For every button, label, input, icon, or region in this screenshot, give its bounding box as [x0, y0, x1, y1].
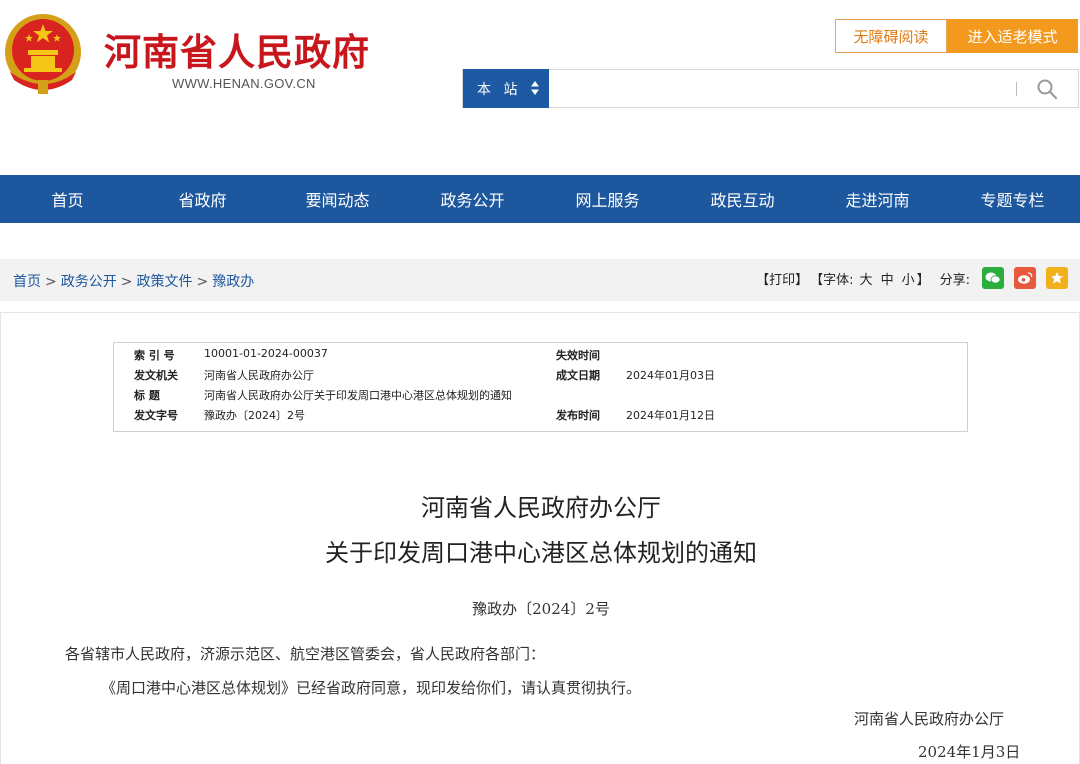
breadcrumb-separator: >: [120, 274, 133, 290]
title-label: 标 题: [134, 389, 160, 402]
print-button[interactable]: 【打印】: [756, 269, 808, 288]
sort-arrows-icon: [531, 81, 539, 95]
salutation: 各省辖市人民政府，济源示范区、航空港区管委会，省人民政府各部门：: [65, 645, 546, 663]
search-scope-label: 本 站: [477, 81, 522, 98]
written-date-label: 成文日期: [556, 369, 600, 382]
main-nav: 首页 省政府 要闻动态 政务公开 网上服务 政民互动 走进河南 专题专栏: [0, 175, 1080, 223]
publish-date-value: 2024年01月12日: [626, 409, 715, 422]
nav-item-home[interactable]: 首页: [0, 175, 135, 223]
font-medium-button[interactable]: 中: [881, 269, 894, 288]
doc-number-value: 豫政办〔2024〕2号: [204, 409, 305, 422]
document-number: 豫政办〔2024〕2号: [472, 600, 610, 618]
breadcrumb-bar: 首页 > 政务公开 > 政策文件 > 豫政办 【打印】 【字体: 大 中 小 】 分享:: [0, 259, 1080, 301]
expiry-label: 失效时间: [556, 349, 600, 362]
share-label: 分享:: [939, 272, 970, 288]
wechat-share-icon[interactable]: [982, 267, 1004, 289]
nav-item-public-interaction[interactable]: 政民互动: [675, 175, 810, 223]
nav-item-about-henan[interactable]: 走进河南: [810, 175, 945, 223]
nav-item-special-topics[interactable]: 专题专栏: [945, 175, 1080, 223]
nav-item-online-services[interactable]: 网上服务: [540, 175, 675, 223]
body-paragraph: 《周口港中心港区总体规划》已经省政府同意，现印发给你们，请认真贯彻执行。: [101, 679, 642, 697]
nav-item-news[interactable]: 要闻动态: [270, 175, 405, 223]
issuer-value: 河南省人民政府办公厅: [204, 369, 314, 382]
info-row: 发文机关 河南省人民政府办公厅 成文日期 2024年01月03日: [114, 367, 967, 387]
index-value: 10001-01-2024-00037: [204, 347, 328, 360]
index-label: 索 引 号: [134, 349, 175, 362]
national-emblem-icon[interactable]: [2, 10, 84, 96]
nav-item-government-affairs[interactable]: 政务公开: [405, 175, 540, 223]
document-title-line-2: 关于印发周口港中心港区总体规划的通知: [325, 539, 757, 567]
document-title-line-1: 河南省人民政府办公厅: [421, 494, 661, 522]
article-content: 索 引 号 10001-01-2024-00037 失效时间 发文机关 河南省人…: [0, 312, 1080, 764]
search-icon[interactable]: [1035, 77, 1059, 101]
breadcrumb-policy-documents[interactable]: 政策文件: [136, 274, 192, 290]
font-size-suffix: 】: [916, 272, 930, 288]
nav-item-provincial-government[interactable]: 省政府: [135, 175, 270, 223]
breadcrumb-government-affairs[interactable]: 政务公开: [61, 274, 117, 290]
info-row: 索 引 号 10001-01-2024-00037 失效时间: [114, 347, 967, 367]
breadcrumb-separator: >: [196, 274, 209, 290]
weibo-share-icon[interactable]: [1014, 267, 1036, 289]
accessibility-reading-button[interactable]: 无障碍阅读: [835, 19, 947, 53]
publish-date-label: 发布时间: [556, 409, 600, 422]
site-url: WWW.HENAN.GOV.CN: [172, 76, 316, 91]
signature-date: 2024年1月3日: [918, 743, 1021, 761]
written-date-value: 2024年01月03日: [626, 369, 715, 382]
signature: 河南省人民政府办公厅: [854, 710, 1005, 728]
site-header: 河南省人民政府 WWW.HENAN.GOV.CN 无障碍阅读 进入适老模式 本 …: [0, 0, 1080, 175]
breadcrumb-home[interactable]: 首页: [13, 274, 41, 290]
site-title[interactable]: 河南省人民政府: [104, 22, 370, 76]
document-info-table: 索 引 号 10001-01-2024-00037 失效时间 发文机关 河南省人…: [113, 342, 968, 432]
search-divider: [1016, 82, 1017, 96]
breadcrumb: 首页 > 政务公开 > 政策文件 > 豫政办: [13, 271, 254, 291]
search-input[interactable]: [555, 72, 975, 105]
elder-mode-button[interactable]: 进入适老模式: [947, 19, 1078, 53]
favorite-star-icon[interactable]: [1046, 267, 1068, 289]
breadcrumb-separator: >: [45, 274, 57, 290]
info-row: 标 题 河南省人民政府办公厅关于印发周口港中心港区总体规划的通知: [114, 387, 967, 407]
font-small-button[interactable]: 小: [902, 269, 915, 288]
search-scope-select[interactable]: 本 站: [463, 69, 549, 108]
info-row: 发文字号 豫政办〔2024〕2号 发布时间 2024年01月12日: [114, 407, 967, 427]
article-tools: 【打印】 【字体: 大 中 小 】 分享:: [756, 267, 1070, 289]
page: 河南省人民政府 WWW.HENAN.GOV.CN 无障碍阅读 进入适老模式 本 …: [0, 0, 1080, 764]
font-size-prefix: 【字体:: [810, 272, 854, 288]
font-large-button[interactable]: 大: [860, 269, 873, 288]
search-bar: 本 站: [462, 69, 1079, 108]
issuer-label: 发文机关: [134, 369, 178, 382]
breadcrumb-yuzhengban[interactable]: 豫政办: [212, 274, 254, 290]
title-value: 河南省人民政府办公厅关于印发周口港中心港区总体规划的通知: [204, 389, 512, 402]
doc-number-label: 发文字号: [134, 409, 178, 422]
